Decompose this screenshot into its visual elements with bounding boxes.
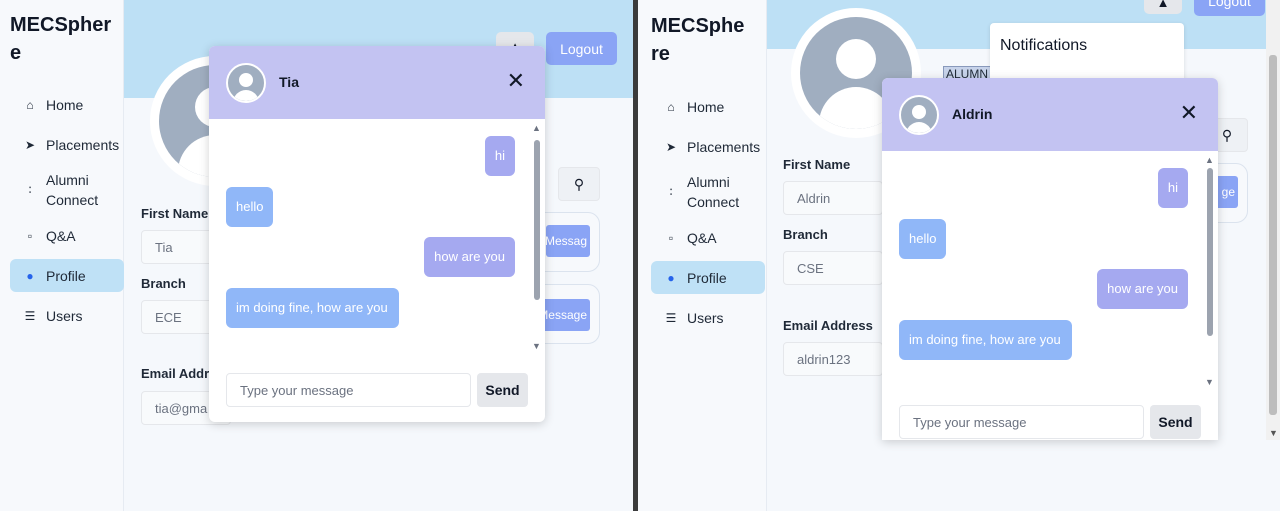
- bell-icon[interactable]: ▲: [1144, 0, 1182, 14]
- chat-message-outgoing: hi: [484, 136, 515, 176]
- chat-message-input[interactable]: Type your message: [226, 373, 471, 407]
- chat-message-incoming: hello: [899, 219, 947, 259]
- search-button[interactable]: ⚲: [558, 167, 600, 201]
- first-name-field[interactable]: Aldrin: [783, 181, 883, 215]
- chat-scrollbar[interactable]: ▲ ▼: [531, 123, 543, 351]
- sidebar-item-home[interactable]: ⌂ Home: [10, 88, 124, 121]
- sidebar-item-users[interactable]: ☰ Users: [651, 301, 765, 334]
- chat-avatar: [226, 63, 266, 103]
- user-icon: ●: [26, 268, 34, 283]
- sidebar-item-label: Placements: [46, 136, 120, 153]
- rocket-icon: ➤: [665, 139, 677, 154]
- chat-scrollbar[interactable]: ▲ ▼: [1204, 155, 1216, 387]
- sidebar-nav: ⌂ Home ➤ Placements ∶ Alumni Connect ▫ Q…: [10, 88, 124, 339]
- sidebar: MECSphere ⌂ Home ➤ Placements ∶ Alumni C…: [0, 0, 124, 511]
- sidebar-item-alumni-connect[interactable]: ∶ Alumni Connect: [651, 170, 765, 214]
- chat-contact-name: Tia: [279, 74, 299, 90]
- home-icon: ⌂: [26, 97, 34, 112]
- home-icon: ⌂: [667, 99, 675, 114]
- sidebar-item-qa[interactable]: ▫ Q&A: [651, 221, 765, 254]
- chat-avatar: [899, 95, 939, 135]
- right-browser-window: MECSphere ⌂ Home ➤ Placements ∶ Alumni C…: [638, 0, 1280, 511]
- chat-message-incoming: im doing fine, how are you: [226, 288, 399, 328]
- sidebar-item-label: Home: [46, 96, 84, 113]
- sidebar: MECSphere ⌂ Home ➤ Placements ∶ Alumni C…: [638, 0, 767, 511]
- send-button[interactable]: Send: [477, 373, 528, 407]
- chat-icon: ▫: [27, 228, 33, 243]
- chat-header: Tia ✕: [209, 46, 545, 119]
- sidebar-item-label: Home: [687, 98, 725, 115]
- sidebar-item-label: Placements: [687, 138, 761, 155]
- sidebar-item-profile[interactable]: ● Profile: [10, 259, 124, 292]
- left-browser-window: MECSphere ⌂ Home ➤ Placements ∶ Alumni C…: [0, 0, 633, 511]
- sidebar-item-qa[interactable]: ▫ Q&A: [10, 219, 124, 252]
- message-button[interactable]: Messag: [546, 225, 590, 257]
- message-button[interactable]: Message: [540, 299, 590, 331]
- email-label: Email Address: [783, 318, 873, 333]
- users-icon: ∶: [669, 185, 673, 199]
- chat-message-outgoing: hi: [1157, 168, 1188, 208]
- chat-icon: ▫: [668, 230, 674, 245]
- search-icon: ⚲: [1221, 126, 1233, 143]
- sidebar-item-label: Alumni Connect: [687, 174, 740, 210]
- branch-field[interactable]: CSE: [783, 251, 883, 285]
- close-icon[interactable]: ✕: [507, 70, 525, 92]
- user-icon: ●: [667, 270, 675, 285]
- close-icon[interactable]: ✕: [1180, 102, 1198, 124]
- sidebar-item-alumni-connect[interactable]: ∶ Alumni Connect: [10, 168, 124, 212]
- rocket-icon: ➤: [24, 137, 36, 152]
- chat-message-outgoing: how are you: [1097, 269, 1188, 309]
- notifications-title: Notifications: [1000, 37, 1088, 54]
- chat-message-incoming: hello: [226, 187, 274, 227]
- sidebar-item-label: Users: [687, 309, 724, 326]
- brand-logo-text: MECSphere: [10, 14, 112, 64]
- chat-message-outgoing: how are you: [424, 237, 515, 277]
- sidebar-item-label: Q&A: [46, 227, 76, 244]
- chat-message-input[interactable]: Type your message: [899, 405, 1144, 439]
- users-icon: ∶: [28, 183, 32, 197]
- logout-button[interactable]: Logout: [546, 32, 617, 65]
- brand-logo-text: MECSphere: [651, 15, 745, 65]
- sidebar-item-users[interactable]: ☰ Users: [10, 299, 124, 332]
- email-label: Email Addre: [141, 366, 217, 381]
- page-scrollbar[interactable]: ▼: [1266, 0, 1280, 440]
- sidebar-item-label: Q&A: [687, 229, 717, 246]
- chat-message-incoming: im doing fine, how are you: [899, 320, 1072, 360]
- search-icon: ⚲: [573, 175, 585, 192]
- sidebar-item-placements[interactable]: ➤ Placements: [10, 128, 124, 161]
- sidebar-item-label: Alumni Connect: [46, 172, 99, 208]
- chat-popup: Tia ✕ hi hello how are you im doing fine…: [209, 46, 545, 422]
- sidebar-item-placements[interactable]: ➤ Placements: [651, 130, 765, 163]
- sidebar-item-label: Profile: [687, 269, 727, 286]
- chat-header: Aldrin ✕: [882, 78, 1218, 151]
- first-name-label: First Name: [783, 157, 851, 172]
- sidebar-item-home[interactable]: ⌂ Home: [651, 90, 765, 123]
- list-icon: ☰: [665, 310, 677, 325]
- send-button[interactable]: Send: [1150, 405, 1201, 439]
- chat-popup: Aldrin ✕ hi hello how are you im doing f…: [882, 78, 1218, 440]
- sidebar-nav: ⌂ Home ➤ Placements ∶ Alumni Connect ▫ Q…: [651, 90, 765, 341]
- sidebar-item-label: Users: [46, 307, 83, 324]
- chat-contact-name: Aldrin: [952, 106, 993, 122]
- email-field[interactable]: aldrin123: [783, 342, 883, 376]
- logout-button[interactable]: Logout: [1194, 0, 1265, 16]
- sidebar-item-label: Profile: [46, 267, 86, 284]
- sidebar-item-profile[interactable]: ● Profile: [651, 261, 765, 294]
- first-name-label: First Name: [141, 206, 209, 221]
- branch-label: Branch: [783, 227, 828, 242]
- branch-label: Branch: [141, 276, 186, 291]
- list-icon: ☰: [24, 308, 36, 323]
